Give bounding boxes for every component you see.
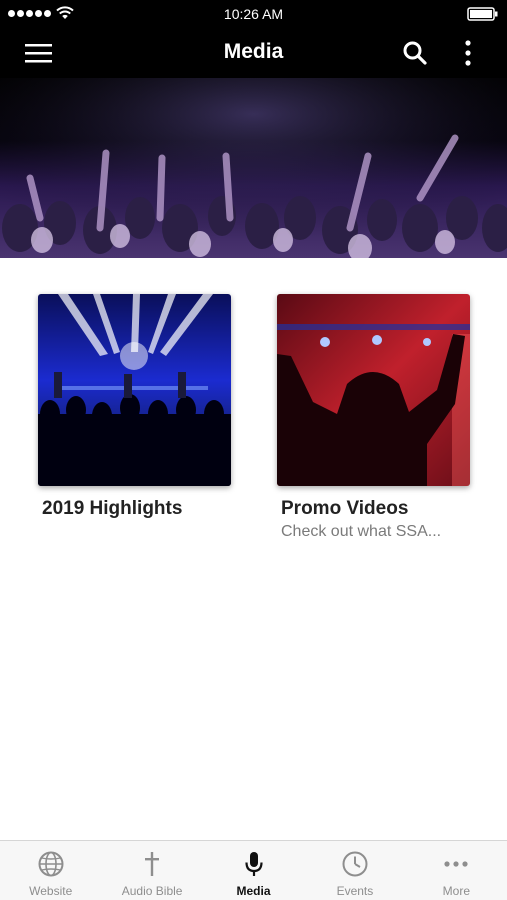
media-card-2019-highlights[interactable]: 2019 Highlights xyxy=(38,294,231,520)
tab-website[interactable]: Website xyxy=(0,841,101,900)
tab-events[interactable]: Events xyxy=(304,841,405,900)
card-subtitle: Check out what SSA... xyxy=(281,523,442,540)
microphone-icon xyxy=(244,852,263,876)
media-thumbnail xyxy=(277,294,470,486)
card-title: Promo Videos xyxy=(281,498,409,519)
globe-icon xyxy=(38,851,64,877)
tab-label: Audio Bible xyxy=(121,884,183,898)
status-bar: 10:26 AM xyxy=(0,0,507,28)
tab-label: Events xyxy=(336,884,374,898)
clock-icon xyxy=(342,851,368,877)
search-icon[interactable] xyxy=(402,40,428,66)
tab-media[interactable]: Media xyxy=(203,841,304,900)
more-vertical-icon[interactable] xyxy=(460,39,476,67)
app-screen: 10:26 AM Media 2019 Highlights Promo Vid… xyxy=(0,0,507,900)
card-title: 2019 Highlights xyxy=(42,498,183,519)
tab-label: Media xyxy=(236,884,271,898)
tab-bar: Website Audio Bible Media Events More xyxy=(0,840,507,900)
media-thumbnail xyxy=(38,294,231,486)
tab-audio-bible[interactable]: Audio Bible xyxy=(101,841,202,900)
cross-icon xyxy=(145,852,160,876)
tab-label: Website xyxy=(29,884,73,898)
more-horizontal-icon xyxy=(444,861,468,867)
page-title: Media xyxy=(223,40,284,63)
battery-icon xyxy=(467,7,498,21)
status-time: 10:26 AM xyxy=(223,6,284,22)
nav-bar: Media xyxy=(0,28,507,78)
tab-more[interactable]: More xyxy=(406,841,507,900)
media-card-promo-videos[interactable]: Promo Videos Check out what SSA... xyxy=(277,294,470,541)
tab-label: More xyxy=(442,884,470,898)
hero-image xyxy=(0,78,507,258)
